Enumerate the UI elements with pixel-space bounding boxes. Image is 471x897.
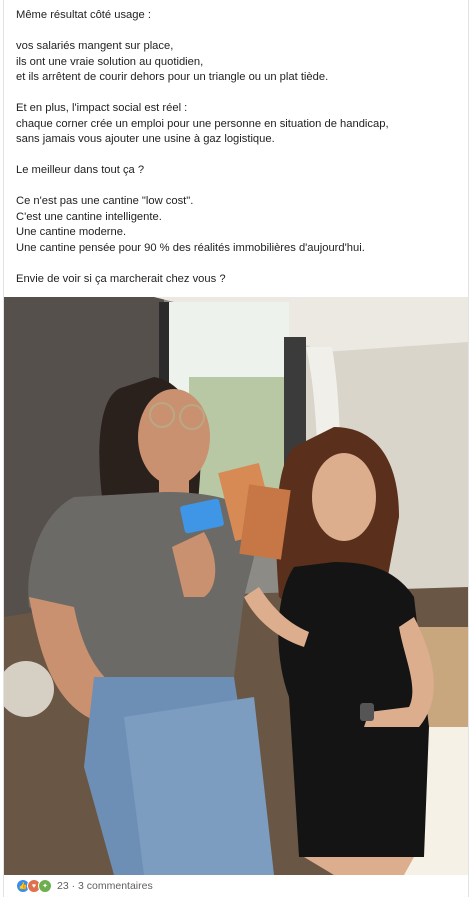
post-text-line bbox=[16, 24, 456, 40]
post-text-line: C'est une cantine intelligente. bbox=[16, 210, 162, 223]
person-left-face bbox=[138, 389, 210, 485]
post-photo[interactable] bbox=[4, 297, 468, 875]
post-text-line bbox=[16, 179, 456, 195]
post-text-line: Envie de voir si ça marcherait chez vous… bbox=[16, 272, 226, 285]
post-text-line: Une cantine moderne. bbox=[16, 226, 127, 238]
post-text-line: ils ont une vraie solution au quotidien, bbox=[16, 55, 204, 68]
celebrate-icon: ✦ bbox=[38, 879, 52, 893]
reaction-comment-count[interactable]: 23 · 3 commentaires bbox=[57, 880, 153, 892]
person-right-face bbox=[312, 453, 376, 541]
photo-illustration bbox=[4, 297, 468, 875]
watch bbox=[360, 703, 374, 721]
post-text-line bbox=[16, 148, 456, 164]
post-text-line: vos salariés mangent sur place, bbox=[16, 40, 174, 52]
post-text-line: Une cantine pensée pour 90 % des réalité… bbox=[16, 241, 365, 254]
feed-post: Même résultat côté usage : vos salariés … bbox=[3, 0, 469, 897]
post-text-line: Le meilleur dans tout ça ? bbox=[16, 164, 145, 176]
post-text-line: sans jamais vous ajouter une usine à gaz… bbox=[16, 133, 275, 145]
post-text-line bbox=[16, 256, 456, 272]
post-text-line: et ils arrêtent de courir dehors pour un… bbox=[16, 71, 329, 83]
person-left-jeans-leg bbox=[124, 697, 274, 875]
post-text-line: chaque corner crée un emploi pour une pe… bbox=[16, 117, 389, 130]
post-text-line bbox=[16, 86, 456, 102]
post-text: Même résultat côté usage : vos salariés … bbox=[16, 8, 456, 287]
post-text-line: Même résultat côté usage : bbox=[16, 9, 151, 21]
post-text-line: Et en plus, l'impact social est réel : bbox=[16, 102, 188, 114]
social-counts[interactable]: 👍 ♥ ✦ 23 · 3 commentaires bbox=[4, 875, 468, 897]
post-text-line: Ce n'est pas une cantine "low cost". bbox=[16, 195, 194, 207]
